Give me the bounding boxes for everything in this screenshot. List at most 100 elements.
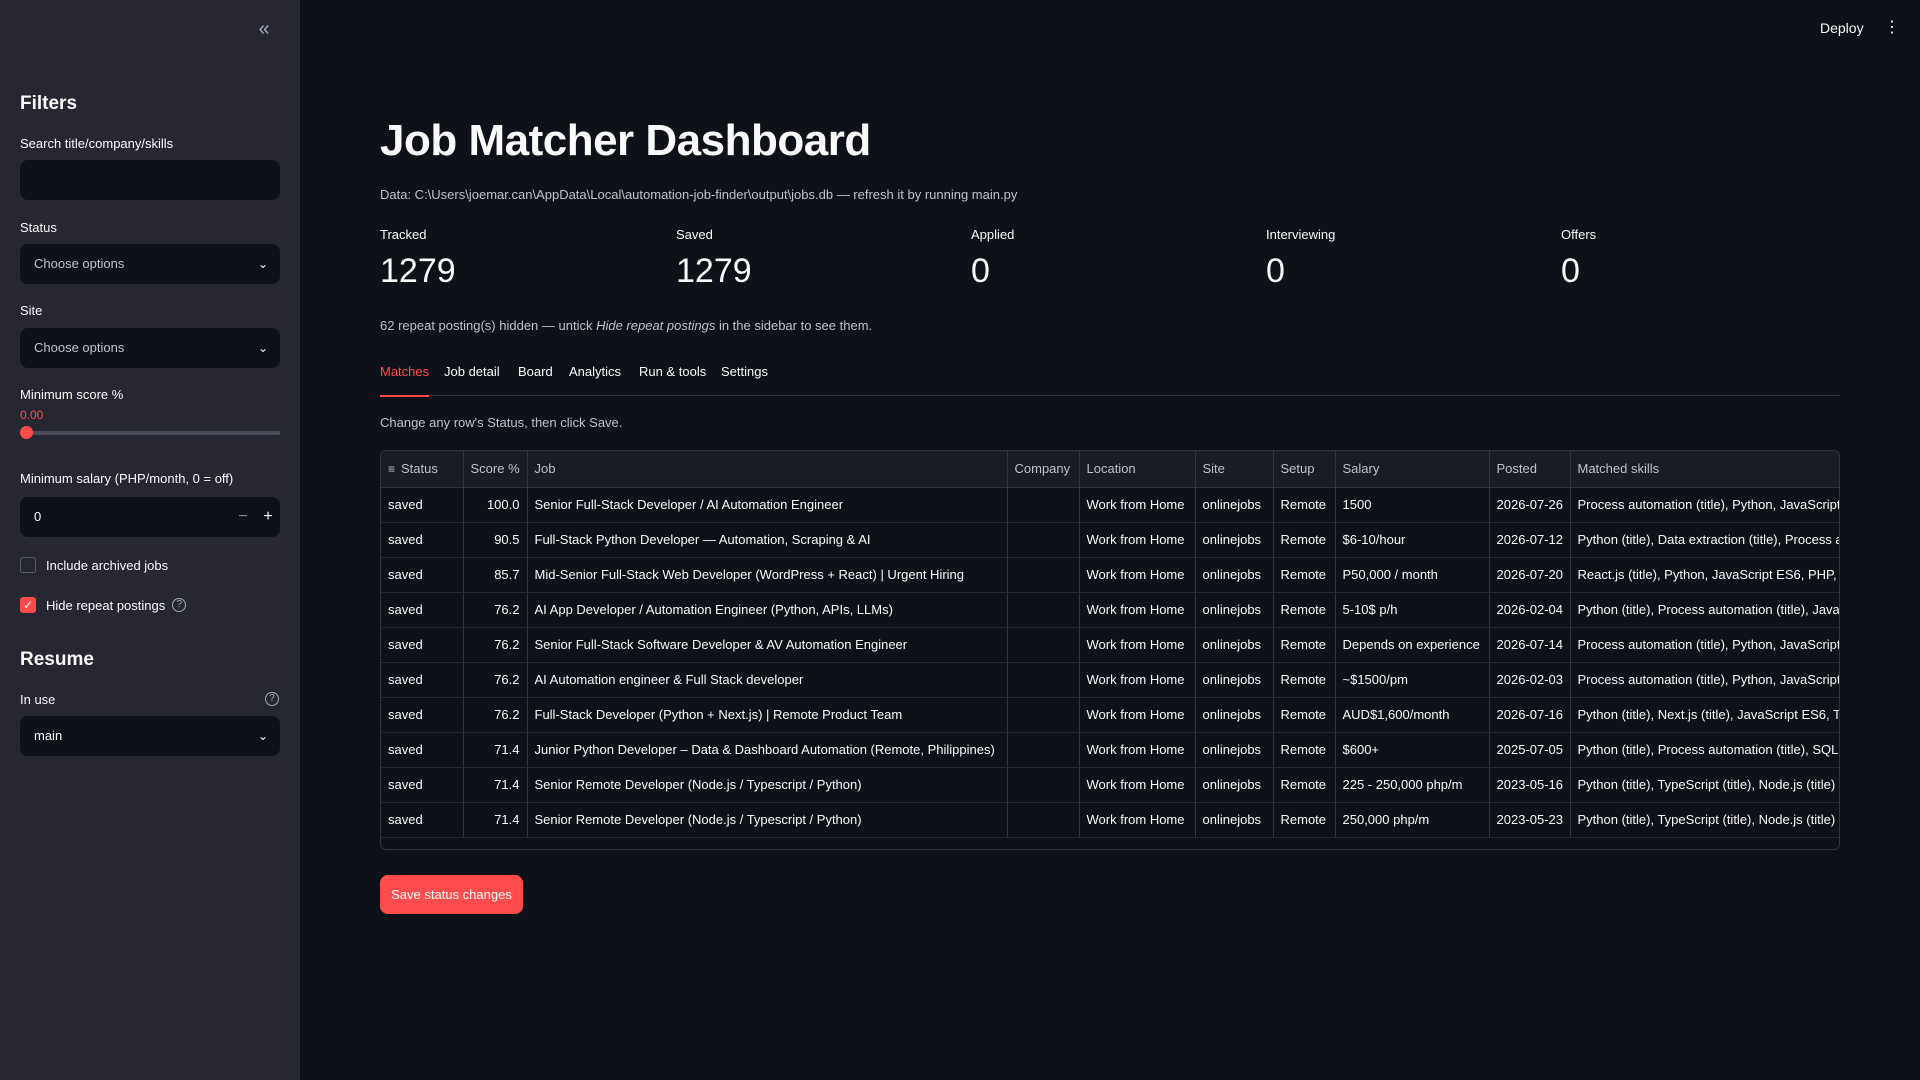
cell-location: Work from Home — [1079, 522, 1196, 558]
cell-posted: 2023-05-23 — [1489, 802, 1571, 838]
table-row[interactable]: saved 76.2 Senior Full-Stack Software Deve… — [381, 627, 1839, 663]
column-header-salary[interactable]: Salary — [1335, 451, 1490, 488]
metric-saved: Saved 1279 — [676, 227, 752, 291]
cell-status[interactable]: saved — [381, 592, 464, 628]
cell-matched-skills: Python (title), Process automation (titl… — [1570, 732, 1839, 768]
cell-matched-skills: Python (title), TypeScript (title), Node… — [1570, 767, 1839, 803]
cell-status[interactable]: saved — [381, 767, 464, 803]
cell-setup: Remote — [1273, 767, 1336, 803]
table-header-row: ≡ Status Score % Job Company Location Sit… — [381, 451, 1839, 488]
status-select[interactable]: Choose options ⌄ — [20, 244, 280, 284]
column-header-site[interactable]: Site — [1195, 451, 1274, 488]
metric-value: 0 — [971, 252, 990, 290]
tab-settings[interactable]: Settings — [721, 364, 768, 396]
cell-location: Work from Home — [1079, 627, 1196, 663]
cell-status[interactable]: saved — [381, 487, 464, 523]
resume-select[interactable]: main ⌄ — [20, 716, 280, 756]
column-header-matched-skills[interactable]: Matched skills — [1570, 451, 1839, 488]
save-status-button[interactable]: Save status changes — [380, 875, 523, 914]
tab-bar: Matches Job detail Board Analytics Run &… — [380, 364, 1840, 397]
sidebar: « Filters Search title/company/skills St… — [0, 0, 300, 1080]
metric-interviewing: Interviewing 0 — [1266, 227, 1335, 291]
table-row[interactable]: saved 76.2 AI App Developer / Automation E… — [381, 592, 1839, 628]
tab-board[interactable]: Board — [518, 364, 553, 396]
table-row[interactable]: saved 71.4 Junior Python Developer – Data … — [381, 732, 1839, 768]
cell-location: Work from Home — [1079, 557, 1196, 593]
increment-button[interactable]: + — [256, 497, 280, 537]
table-row[interactable]: saved 100.0 Senior Full-Stack Developer / … — [381, 487, 1839, 523]
page-title: Job Matcher Dashboard — [380, 116, 871, 165]
matches-table[interactable]: ≡ Status Score % Job Company Location Sit… — [380, 450, 1840, 850]
cell-location: Work from Home — [1079, 487, 1196, 523]
min-score-slider-thumb[interactable] — [20, 426, 33, 439]
cell-status[interactable]: saved — [381, 732, 464, 768]
tab-run-tools[interactable]: Run & tools — [639, 364, 706, 396]
cell-company — [1007, 487, 1080, 523]
cell-setup: Remote — [1273, 697, 1336, 733]
cell-status[interactable]: saved — [381, 522, 464, 558]
include-archived-checkbox-row[interactable]: Include archived jobs — [20, 555, 168, 575]
cell-company — [1007, 557, 1080, 593]
search-input[interactable] — [20, 160, 280, 200]
kebab-menu-icon[interactable]: ⋮ — [1884, 18, 1900, 38]
metric-label: Saved — [676, 227, 713, 242]
cell-score: 76.2 — [463, 592, 528, 628]
table-row[interactable]: saved 76.2 Full-Stack Developer (Python + … — [381, 697, 1839, 733]
include-archived-checkbox[interactable] — [20, 557, 36, 573]
table-row[interactable]: saved 90.5 Full-Stack Python Developer — A… — [381, 522, 1839, 558]
cell-location: Work from Home — [1079, 802, 1196, 838]
cell-job: Junior Python Developer – Data & Dashboa… — [527, 732, 1008, 768]
table-row[interactable]: saved 76.2 AI Automation engineer & Full S… — [381, 662, 1839, 698]
column-header-score[interactable]: Score % — [463, 451, 528, 488]
table-row[interactable]: saved 71.4 Senior Remote Developer (Node.j… — [381, 802, 1839, 838]
cell-company — [1007, 802, 1080, 838]
cell-status[interactable]: saved — [381, 802, 464, 838]
column-header-job[interactable]: Job — [527, 451, 1008, 488]
cell-status[interactable]: saved — [381, 557, 464, 593]
cell-score: 76.2 — [463, 627, 528, 663]
cell-location: Work from Home — [1079, 697, 1196, 733]
cell-site: onlinejobs — [1195, 627, 1274, 663]
cell-matched-skills: React.js (title), Python, JavaScript ES6… — [1570, 557, 1839, 593]
filters-heading: Filters — [20, 93, 78, 114]
tab-analytics[interactable]: Analytics — [569, 364, 621, 396]
cell-matched-skills: Python (title), Process automation (titl… — [1570, 592, 1839, 628]
tab-matches[interactable]: Matches — [380, 364, 430, 397]
tab-job-detail[interactable]: Job detail — [444, 364, 500, 396]
column-header-status[interactable]: ≡ Status — [381, 451, 464, 488]
cell-posted: 2026-02-04 — [1489, 592, 1571, 628]
collapse-sidebar-icon[interactable]: « — [252, 18, 276, 42]
column-header-location[interactable]: Location — [1079, 451, 1196, 488]
table-row[interactable]: saved 71.4 Senior Remote Developer (Node.j… — [381, 767, 1839, 803]
cell-job: Full-Stack Python Developer — Automation… — [527, 522, 1008, 558]
hide-repeat-checkbox[interactable]: ✓ — [20, 597, 36, 613]
column-header-company[interactable]: Company — [1007, 451, 1080, 488]
column-header-setup[interactable]: Setup — [1273, 451, 1336, 488]
cell-status[interactable]: saved — [381, 697, 464, 733]
deploy-button[interactable]: Deploy — [1820, 20, 1864, 36]
hide-repeat-checkbox-row[interactable]: ✓ Hide repeat postings ? — [20, 595, 187, 615]
cell-status[interactable]: saved — [381, 627, 464, 663]
min-salary-input[interactable]: 0 − + — [20, 497, 280, 537]
table-row[interactable]: saved 85.7 Mid-Senior Full-Stack Web Devel… — [381, 557, 1839, 593]
min-score-slider-track[interactable] — [20, 431, 280, 435]
site-select-placeholder: Choose options — [34, 340, 125, 355]
cell-company — [1007, 732, 1080, 768]
cell-salary: 1500 — [1335, 487, 1490, 523]
cell-company — [1007, 592, 1080, 628]
chevron-down-icon: ⌄ — [257, 341, 268, 355]
cell-status[interactable]: saved — [381, 662, 464, 698]
question-circle-icon[interactable]: ? — [172, 598, 187, 612]
cell-company — [1007, 627, 1080, 663]
site-select[interactable]: Choose options ⌄ — [20, 328, 280, 368]
sort-icon[interactable]: ≡ — [388, 462, 395, 476]
cell-site: onlinejobs — [1195, 662, 1274, 698]
cell-company — [1007, 522, 1080, 558]
cell-location: Work from Home — [1079, 662, 1196, 698]
column-header-posted[interactable]: Posted — [1489, 451, 1571, 488]
note-prefix: 62 repeat posting(s) hidden — untick — [380, 318, 597, 333]
decrement-button[interactable]: − — [230, 497, 256, 537]
status-label: Status — [20, 220, 57, 235]
min-salary-value: 0 — [34, 509, 42, 524]
question-circle-icon[interactable]: ? — [265, 692, 279, 706]
